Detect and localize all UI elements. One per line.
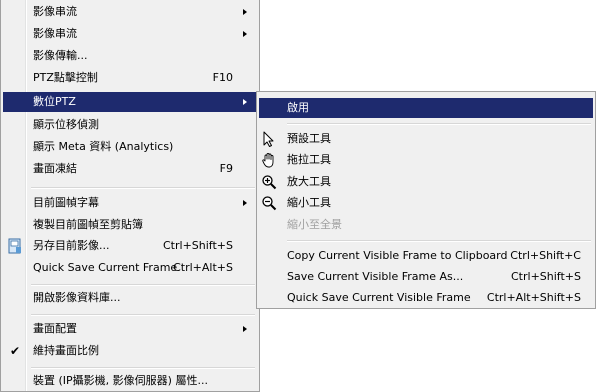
save-icon [7,238,23,254]
submenu-arrow-icon [243,99,247,105]
menu-item-label: 開啟影像資料庫... [33,291,121,304]
menu-item-label: 拖拉工具 [287,153,331,166]
menu-item-label: 縮小至全景 [287,218,342,231]
menu-item-shortcut: Ctrl+Shift+C [510,249,581,262]
menu-item-label: 裝置 (IP攝影機, 影像伺服器) 屬性... [33,374,208,387]
menu-item-shortcut: Ctrl+Alt+Shift+S [486,291,581,304]
menu-item-label: 預設工具 [287,132,331,145]
menu-item-video-stream-2[interactable]: 影像串流 [3,24,257,44]
menu-item-label: Quick Save Current Visible Frame [287,291,471,304]
menu-item-label: 目前圖幀字幕 [33,196,99,209]
menu-item-video-transfer[interactable]: 影像傳輸... [3,46,257,66]
menu-item-shortcut: F9 [219,162,233,175]
menu-item-digital-ptz[interactable]: 數位PTZ [3,92,257,112]
menu-separator [31,367,255,369]
menu-item-shortcut: Ctrl+Alt+S [173,261,233,274]
menu-item-label: PTZ點擊控制 [33,71,98,84]
menu-item-open-image-database[interactable]: 開啟影像資料庫... [3,288,257,308]
zoom-in-icon [261,174,277,190]
context-menu: 影像串流 影像串流 影像傳輸... PTZ點擊控制 F10 數位PTZ 顯示位移… [0,0,260,392]
submenu-item-enable[interactable]: 啟用 [259,98,593,118]
menu-item-shortcut: Ctrl+Shift+S [511,270,581,283]
menu-item-label: 數位PTZ [33,95,76,108]
menu-separator [31,284,255,286]
checkmark-icon: ✔ [10,344,21,358]
zoom-out-icon [261,195,277,211]
menu-item-frame-caption[interactable]: 目前圖幀字幕 [3,193,257,213]
menu-item-label: 影像串流 [33,27,77,40]
menu-separator [287,123,591,125]
menu-item-label: 放大工具 [287,175,331,188]
menu-item-label: Save Current Visible Frame As... [287,270,464,283]
submenu-arrow-icon [243,31,247,37]
menu-item-label: 影像傳輸... [33,49,88,62]
menu-separator [31,314,255,316]
menu-item-copy-frame-to-clipboard[interactable]: 複製目前圖幀至剪貼簿 [3,215,257,235]
menu-item-show-meta-data[interactable]: 顯示 Meta 資料 (Analytics) [3,137,257,157]
submenu-item-default-tool[interactable]: 預設工具 [259,129,593,149]
menu-item-label: 影像串流 [33,5,77,18]
menu-item-label: Copy Current Visible Frame to Clipboard [287,249,508,262]
menu-item-label: 複製目前圖幀至剪貼簿 [33,218,143,231]
submenu-item-quick-save-visible-frame[interactable]: Quick Save Current Visible Frame Ctrl+Al… [259,288,593,308]
menu-item-label: 縮小工具 [287,196,331,209]
menu-item-label: Quick Save Current Frame [33,261,178,274]
menu-item-device-properties[interactable]: 裝置 (IP攝影機, 影像伺服器) 屬性... [3,371,257,391]
submenu-arrow-icon [243,326,247,332]
menu-item-freeze-frame[interactable]: 畫面凍結 F9 [3,159,257,179]
submenu-arrow-icon [243,9,247,15]
menu-item-label: 顯示 Meta 資料 (Analytics) [33,140,174,153]
menu-item-label: 啟用 [287,101,309,114]
hand-grab-icon [261,152,277,168]
menu-item-ptz-click-control[interactable]: PTZ點擊控制 F10 [3,68,257,88]
menu-separator [31,187,255,189]
submenu-item-zoom-to-fit[interactable]: 縮小至全景 [259,215,593,235]
menu-item-label: 另存目前影像... [33,239,110,252]
submenu-arrow-icon [243,200,247,206]
submenu-item-zoom-out-tool[interactable]: 縮小工具 [259,193,593,213]
menu-item-screen-layout[interactable]: 畫面配置 [3,319,257,339]
submenu-item-drag-tool[interactable]: 拖拉工具 [259,150,593,170]
submenu-item-save-visible-frame-as[interactable]: Save Current Visible Frame As... Ctrl+Sh… [259,267,593,287]
pointer-arrow-icon [261,131,277,147]
menu-item-label: 維持畫面比例 [33,344,99,357]
menu-item-label: 顯示位移偵測 [33,118,99,131]
menu-item-keep-aspect-ratio[interactable]: ✔ 維持畫面比例 [3,341,257,361]
menu-item-shortcut: Ctrl+Shift+S [163,239,233,252]
menu-item-show-motion-detection[interactable]: 顯示位移偵測 [3,115,257,135]
menu-item-save-current-image[interactable]: 另存目前影像... Ctrl+Shift+S [3,236,257,256]
menu-item-video-stream-1[interactable]: 影像串流 [3,2,257,22]
menu-item-label: 畫面配置 [33,322,77,335]
menu-separator [287,240,591,242]
menu-item-shortcut: F10 [212,71,233,84]
menu-item-quick-save-frame[interactable]: Quick Save Current Frame Ctrl+Alt+S [3,258,257,278]
digital-ptz-submenu: 啟用 預設工具 拖拉工具 放大工具 縮小工具 縮小至全景 Copy Curren… [256,91,596,309]
submenu-item-copy-visible-frame[interactable]: Copy Current Visible Frame to Clipboard … [259,246,593,266]
menu-item-label: 畫面凍結 [33,162,77,175]
submenu-item-zoom-in-tool[interactable]: 放大工具 [259,172,593,192]
